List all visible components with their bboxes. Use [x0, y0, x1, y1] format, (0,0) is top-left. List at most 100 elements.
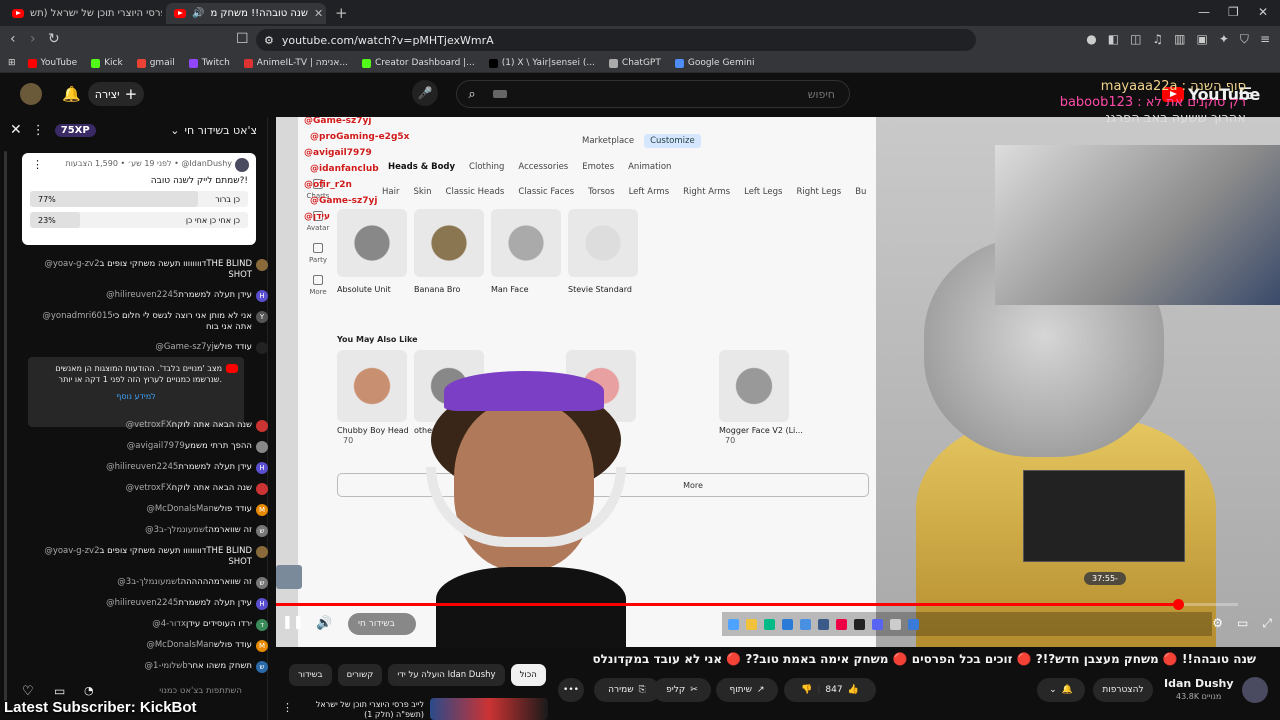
emoji-icon[interactable]: ◔ [84, 684, 94, 697]
chat-scrollbar[interactable] [4, 151, 7, 701]
bookmark-item[interactable]: YouTube [27, 58, 77, 68]
bookmark-item[interactable]: Google Gemini [674, 58, 754, 68]
sidebar-icon[interactable]: ▥ [1174, 32, 1185, 47]
bookmark-icon[interactable]: ☐ [236, 31, 249, 47]
notifications-dropdown[interactable]: ⌄ 🔔 [1037, 678, 1085, 702]
chat-message[interactable]: @avigail7979ההפך תרתי משמע [28, 441, 268, 453]
close-chat-icon[interactable]: ✕ [10, 122, 22, 138]
more-options-icon[interactable]: ⋮ [282, 701, 293, 714]
heart-icon[interactable]: ♡ [22, 684, 34, 699]
chat-message[interactable]: H @hilireuven2245עידן תעלה למשמרת [28, 462, 268, 474]
music-icon[interactable]: ♫ [1152, 32, 1163, 47]
recommended-video[interactable]: ⋮ לייב פרסי היוצרי תוכן של ישראל (תשפ"ה … [282, 698, 552, 720]
xp-badge[interactable]: 75XP [54, 123, 96, 137]
close-window-icon[interactable]: ✕ [1258, 5, 1268, 19]
chat-message[interactable]: ש @שלומי-1bתשחק משהו אחר [28, 661, 268, 673]
volume-icon[interactable]: 🔊 [316, 616, 332, 631]
save-button[interactable]: שמירה ⎘ [594, 678, 660, 702]
extension-icon[interactable]: ◫ [1130, 32, 1141, 47]
chat-message[interactable]: ש @שמעונמלך-ב3tזה שווארמה [28, 525, 268, 537]
wallet-icon[interactable]: ▣ [1197, 32, 1208, 47]
poll-meta: לפני 19 שע׳ • 1,590 הצבעות • @IdanDushy [65, 159, 232, 168]
shield-icon[interactable]: ⛉ [1240, 32, 1249, 47]
chat-input-icon[interactable]: ▭ [54, 684, 65, 698]
roblox-tab: Emotes [582, 162, 615, 172]
apps-grid-icon[interactable]: ⊞ [8, 58, 16, 68]
poll-option[interactable]: 23% כן אחי כן אחי כן [30, 212, 248, 228]
chat-author: @avigail7979 [126, 441, 185, 451]
browser-tab[interactable]: לייב פרסי היוצרי תוכן של ישראל (תש [4, 3, 162, 24]
site-settings-icon[interactable]: ⚙ [264, 34, 274, 47]
ai-icon[interactable]: ✦ [1219, 32, 1229, 47]
chat-message[interactable]: @yoav-g-zv2דוווווווו תעשה משחקי צופים בT… [28, 259, 268, 281]
chat-author: @hilireuven2245 [106, 462, 179, 472]
bookmark-item[interactable]: ChatGPT [608, 58, 661, 68]
bookmark-favicon-icon [136, 58, 146, 68]
learn-more-link[interactable]: למידע נוסף [38, 391, 234, 402]
chat-message[interactable]: Y @yonadmri6015אני לא מותן אני רוצה לגשס … [28, 311, 268, 333]
new-tab-button[interactable]: + [335, 4, 348, 22]
chat-author: @yonadmri6015 [42, 311, 113, 321]
like-button[interactable]: 👍 [848, 685, 859, 695]
extension-icon[interactable]: ● [1086, 32, 1096, 47]
chat-message[interactable]: @yoav-g-zv2דוווווווו תעשה משחקי צופים בT… [28, 546, 268, 568]
more-options-icon[interactable]: ⋮ [32, 158, 43, 171]
chat-text: עודד פולש [213, 504, 252, 514]
chat-mode-dropdown[interactable]: ⌄ צ'אט בשידור חי [170, 124, 257, 137]
bookmark-item[interactable]: Twitch [188, 58, 230, 68]
bookmark-item[interactable]: Creator Dashboard |... [362, 58, 475, 68]
roblox-main-tabs: Heads & Body Clothing Accessories Emotes Ani… [388, 162, 671, 172]
chat-message[interactable]: M @McDonalsManעודד פולש [28, 504, 268, 516]
share-button[interactable]: שיתוף ↗ [716, 678, 778, 702]
keyboard-icon[interactable] [493, 90, 507, 98]
search-input[interactable] [507, 87, 849, 101]
bookmark-item[interactable]: (1) X \ Yair|sensei (... [488, 58, 595, 68]
chat-message[interactable]: @vetroxFXשנה הבאה אתה לוקח [28, 420, 268, 432]
chat-message[interactable]: ד @דור-4xירדו העוסידים עידן [28, 619, 268, 631]
settings-icon[interactable]: ⚙ [1212, 616, 1223, 631]
forward-icon[interactable]: › [30, 31, 36, 47]
browser-tab-active[interactable]: 🔊 שנה טובהה!! משחק מ ✕ [166, 3, 326, 24]
video-progress-bar[interactable] [276, 599, 1238, 610]
extension-icon[interactable]: ◧ [1108, 32, 1119, 47]
more-actions-button[interactable]: ••• [558, 678, 584, 702]
voice-search-icon[interactable]: 🎤 [412, 80, 438, 106]
menu-icon[interactable]: ≡ [1260, 32, 1270, 47]
chat-message[interactable]: H @hilireuven2245עידן תעלה למשמרת [28, 290, 268, 302]
clip-button[interactable]: קליפ ✂ [653, 678, 711, 702]
like-dislike-group: 👎 | 847 👍 [784, 678, 876, 702]
bookmark-item[interactable]: AnimeIL-TV | אנימה... [243, 58, 348, 68]
browser-tab-strip: לייב פרסי היוצרי תוכן של ישראל (תש 🔊 שנה… [0, 0, 1280, 26]
chat-text: זה שווארמהההההה [180, 577, 252, 587]
video-player[interactable]: Marketplace Customize Heads & Body Clothi… [276, 117, 1280, 647]
close-tab-icon[interactable]: ✕ [314, 7, 323, 20]
chat-message[interactable]: M @McDonalsManעודד פולש [28, 640, 268, 652]
account-avatar[interactable] [20, 83, 42, 105]
channel-name[interactable]: Idan Dushy [1164, 677, 1234, 690]
chat-message[interactable]: ש @שמעונמלך-ב3tזה שווארמהההההה [28, 577, 268, 589]
create-button[interactable]: יצירה + [88, 82, 144, 106]
miniplayer-icon[interactable]: ▭ [1237, 616, 1248, 631]
maximize-icon[interactable]: ❐ [1228, 5, 1239, 19]
reload-icon[interactable]: ↻ [48, 31, 60, 47]
search-icon[interactable]: ⌕ [457, 87, 487, 102]
back-icon[interactable]: ‹ [10, 31, 16, 47]
address-bar[interactable]: ⚙ youtube.com/watch?v=pMHTjexWmrA [256, 29, 976, 51]
join-button[interactable]: להצטרפות [1093, 678, 1153, 702]
chat-message[interactable]: @vetroxFXשנה הבאה אתה לוקח [28, 483, 268, 495]
more-options-icon[interactable]: ⋮ [32, 123, 45, 138]
fullscreen-icon[interactable]: ⤢ [1262, 616, 1272, 631]
channel-avatar[interactable] [1242, 677, 1268, 703]
chat-message[interactable]: H @hilireuven2245עידן תעלה למשמרת [28, 598, 268, 610]
live-badge[interactable]: בשידור חי [348, 613, 416, 635]
chat-message[interactable]: @Game-sz7yjעודד פולש [28, 342, 268, 354]
pause-icon[interactable]: ❚❚ [282, 615, 304, 630]
minimize-icon[interactable]: — [1198, 5, 1210, 19]
poll-option[interactable]: 77% כן ברור [30, 191, 248, 207]
notifications-bell-icon[interactable]: 🔔 [62, 85, 81, 103]
bookmark-item[interactable]: gmail [136, 58, 175, 68]
dislike-button[interactable]: 👎 [801, 685, 812, 695]
bookmark-item[interactable]: Kick [91, 58, 123, 68]
chat-avatar [256, 420, 268, 432]
speaker-icon[interactable]: 🔊 [192, 8, 204, 19]
